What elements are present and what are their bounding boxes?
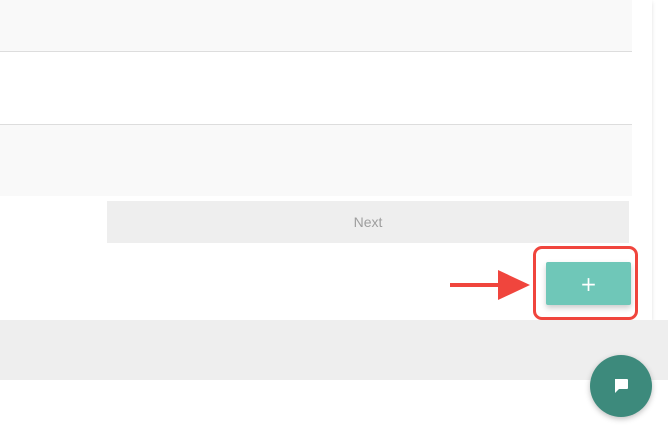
chat-button[interactable] [590,355,652,417]
section-divider [0,320,668,380]
next-button[interactable]: Next [107,201,629,243]
list-row[interactable] [0,52,632,125]
add-button[interactable]: + [546,262,631,305]
list-row[interactable] [0,125,632,196]
chat-bubble-icon [615,379,628,393]
lower-card [0,380,668,425]
arrow-right-icon [450,270,530,300]
list-row[interactable] [0,0,632,52]
